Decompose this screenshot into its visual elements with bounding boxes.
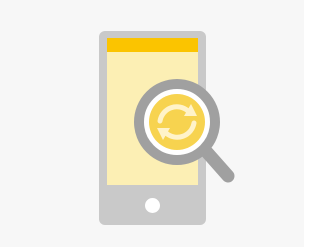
magnifying-glass-icon <box>134 79 220 165</box>
magnifying-glass-handle <box>198 143 235 183</box>
home-button-icon <box>145 198 160 213</box>
phone-status-bar <box>107 38 198 52</box>
illustration-canvas <box>0 0 304 247</box>
phone-refresh-search-icon <box>99 31 235 225</box>
